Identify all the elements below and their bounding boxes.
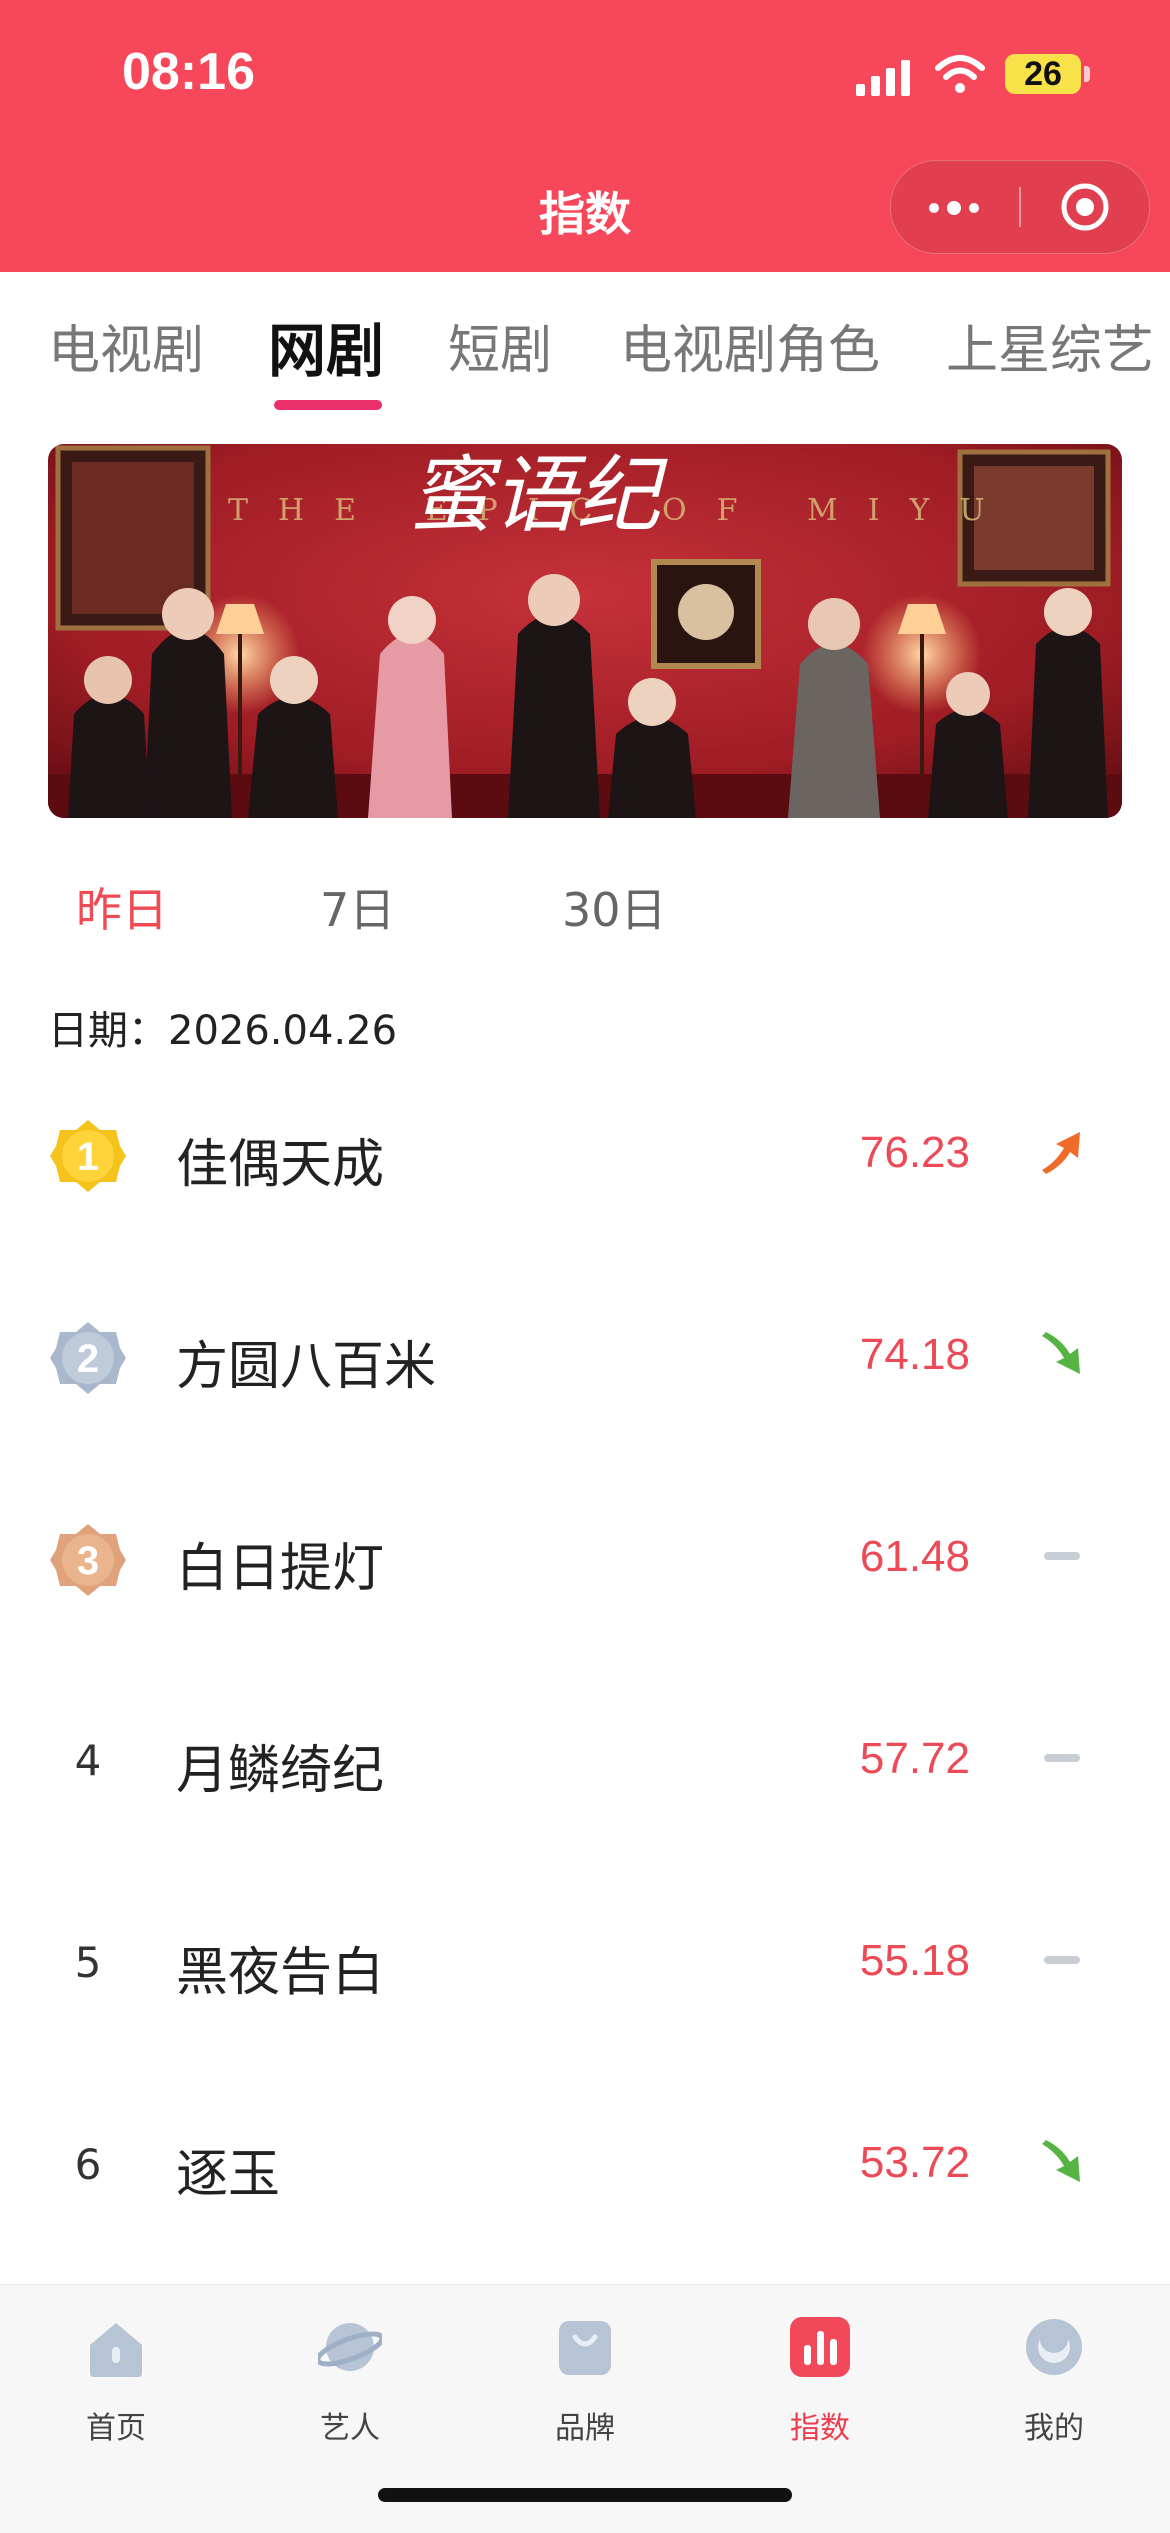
battery-level: 26 [1005, 54, 1081, 94]
bronze-medal-icon: 3 [50, 1524, 126, 1596]
app-header: 08:16 26 指数 [0, 0, 1170, 272]
ranking-row[interactable]: 1 佳偶天成 76.23 [0, 1072, 1170, 1274]
drama-title: 黑夜告白 [176, 1943, 385, 2003]
drama-title: 逐玉 [176, 2145, 281, 2205]
trend-down-icon [1042, 1332, 1080, 1374]
status-time: 08:16 [122, 43, 255, 101]
banner-poster-image: THE EPIC OF MIYU 蜜语纪 [48, 444, 1122, 818]
ranking-row[interactable]: 3 白日提灯 61.48 [0, 1476, 1170, 1678]
close-mini-program-icon[interactable] [1059, 181, 1111, 233]
period-tab-30d[interactable]: 30日 [562, 874, 667, 940]
period-tab-yesterday[interactable]: 昨日 [76, 874, 168, 940]
rank-number: 6 [74, 2140, 102, 2189]
index-score: 76.23 [859, 1128, 970, 1177]
index-score: 61.48 [859, 1532, 970, 1581]
index-score: 57.72 [859, 1734, 970, 1783]
tab-tv-drama[interactable]: 电视剧 [48, 308, 204, 383]
nav-label: 指数 [790, 2411, 850, 2446]
category-tabs: 电视剧 网剧 短剧 电视剧角色 上星综艺 [0, 272, 1170, 420]
trend-flat-icon [1044, 1552, 1080, 1560]
mini-program-capsule [890, 160, 1150, 254]
svg-text:3: 3 [77, 1539, 99, 1583]
tab-variety[interactable]: 上星综艺 [946, 308, 1154, 383]
drama-title: 白日提灯 [176, 1539, 385, 1599]
ranking-row[interactable]: 4 月鳞绮纪 57.72 [0, 1678, 1170, 1880]
nav-label: 首页 [86, 2411, 146, 2446]
index-score: 55.18 [859, 1936, 970, 1985]
wifi-icon [935, 55, 985, 93]
more-icon[interactable] [923, 183, 987, 231]
svg-text:1: 1 [77, 1135, 99, 1179]
ranking-date: 日期：2026.04.26 [48, 998, 397, 1056]
tab-short-drama[interactable]: 短剧 [448, 308, 552, 383]
trend-up-icon [1042, 1132, 1080, 1174]
ranking-row[interactable]: 6 逐玉 53.72 [0, 2082, 1170, 2284]
nav-profile[interactable]: 我的 [974, 2303, 1134, 2453]
rank-number: 4 [74, 1736, 102, 1785]
home-icon [90, 2323, 142, 2377]
trend-flat-icon [1044, 1956, 1080, 1964]
battery-tip [1084, 66, 1090, 82]
trend-down-icon [1042, 2140, 1080, 2182]
tab-web-drama[interactable]: 网剧 [268, 304, 384, 388]
ranking-row[interactable]: 2 方圆八百米 74.18 [0, 1274, 1170, 1476]
rank-number: 5 [74, 1938, 102, 1987]
bar-chart-icon [790, 2317, 850, 2377]
index-score: 74.18 [859, 1330, 970, 1379]
nav-artists[interactable]: 艺人 [270, 2303, 430, 2453]
period-tab-7d[interactable]: 7日 [320, 874, 395, 940]
ranking-row[interactable]: 5 黑夜告白 55.18 [0, 1880, 1170, 2082]
drama-title: 佳偶天成 [176, 1135, 385, 1195]
profile-icon [1026, 2319, 1082, 2375]
planet-icon [318, 2323, 382, 2371]
silver-medal-icon: 2 [50, 1322, 126, 1394]
gold-medal-icon: 1 [50, 1120, 126, 1192]
trend-flat-icon [1044, 1754, 1080, 1762]
drama-title: 月鳞绮纪 [176, 1741, 385, 1801]
capsule-divider [1019, 187, 1021, 227]
nav-index[interactable]: 指数 [740, 2303, 900, 2453]
nav-label: 品牌 [555, 2411, 615, 2446]
date-label: 日期： [48, 1008, 168, 1054]
nav-brands[interactable]: 品牌 [505, 2303, 665, 2453]
drama-title: 方圆八百米 [176, 1337, 437, 1397]
nav-home[interactable]: 首页 [36, 2303, 196, 2453]
banner-title-art: 蜜语纪 [408, 446, 668, 544]
cellular-signal-icon [856, 54, 916, 96]
bag-icon [559, 2321, 611, 2375]
date-value: 2026.04.26 [168, 1008, 398, 1054]
active-tab-indicator [274, 400, 382, 410]
promo-banner[interactable]: THE EPIC OF MIYU 蜜语纪 [48, 444, 1122, 818]
nav-label: 我的 [1024, 2411, 1084, 2446]
home-indicator[interactable] [378, 2488, 792, 2502]
index-score: 53.72 [859, 2138, 970, 2187]
tab-tv-role[interactable]: 电视剧角色 [620, 308, 880, 383]
svg-text:2: 2 [77, 1337, 99, 1381]
nav-label: 艺人 [320, 2411, 380, 2446]
